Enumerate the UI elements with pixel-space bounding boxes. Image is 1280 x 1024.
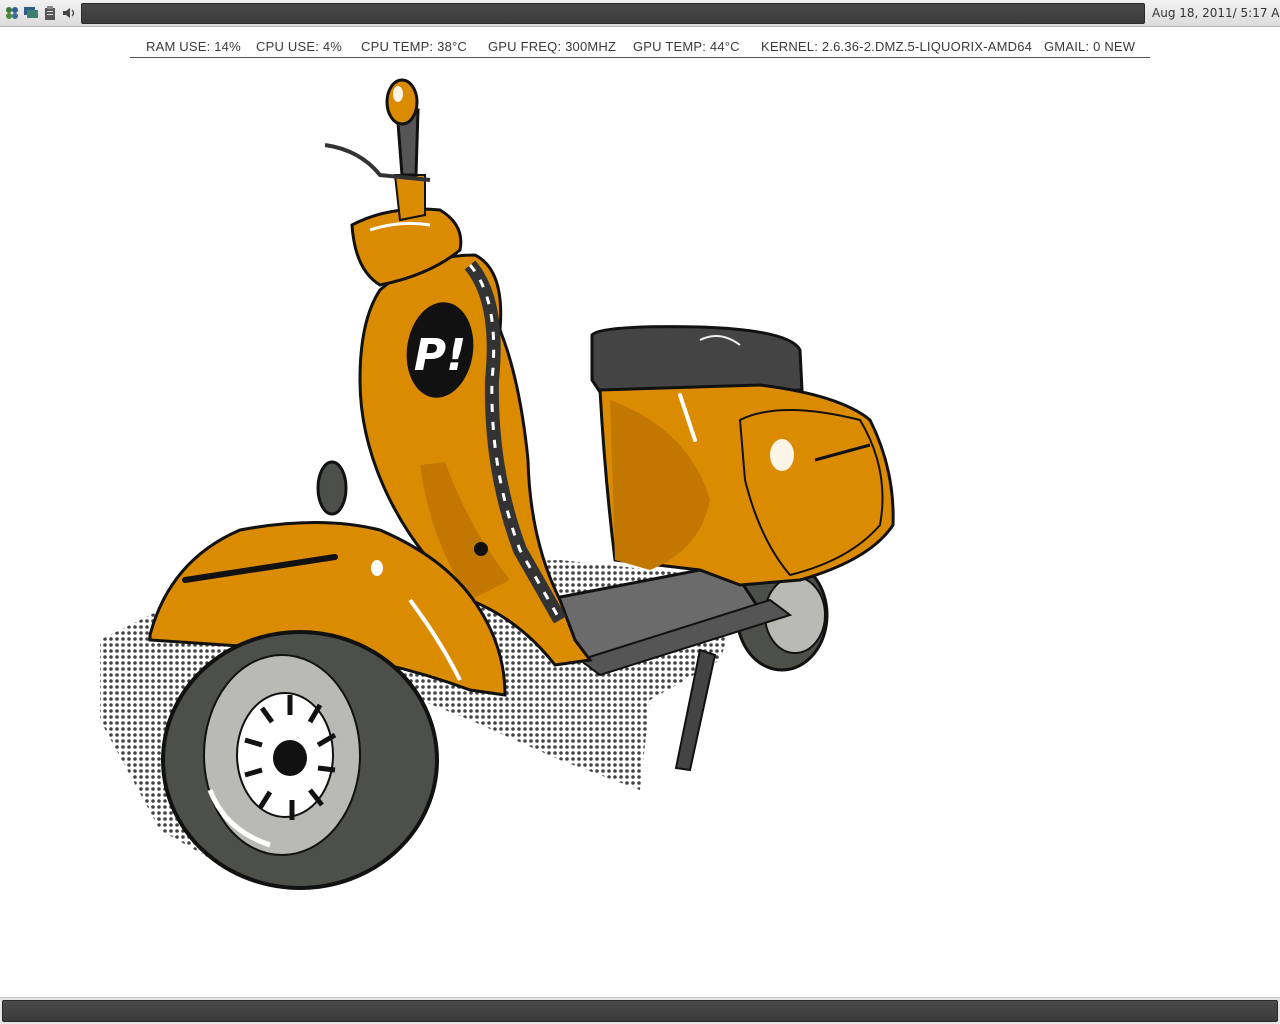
gpu-temp: GPU TEMP: 44°C [633, 39, 740, 54]
system-stats-bar: RAM USE: 14% CPU USE: 4% CPU TEMP: 38°C … [130, 37, 1150, 58]
kernel-version: KERNEL: 2.6.36-2.DMZ.5-LIQUORIX-AMD64 [761, 39, 1033, 54]
steering-column [393, 174, 426, 222]
handlebar-end [385, 78, 419, 126]
scooter-wallpaper: P! [100, 78, 895, 890]
clock[interactable]: Aug 18, 2011/ 5:17 AM [1152, 6, 1280, 20]
gpu-freq: GPU FREQ: 300MHZ [488, 39, 617, 54]
front-wheel [161, 630, 439, 890]
side-lamp [316, 460, 348, 516]
seat [590, 325, 804, 394]
cpu-usage: CPU USE: 4% [256, 39, 343, 54]
ram-usage: RAM USE: 14% [146, 39, 241, 54]
volume-icon[interactable] [62, 6, 76, 20]
taskbar[interactable] [81, 3, 1145, 24]
gmail-count: GMAIL: 0 NEW [1044, 39, 1136, 54]
pi-logo-text: P! [414, 330, 466, 381]
clipboard-icon[interactable] [43, 6, 57, 20]
network-users-icon[interactable] [5, 6, 19, 20]
monitor-windows-icon[interactable] [24, 6, 38, 20]
bottom-panel [0, 997, 1280, 1024]
bottom-taskbar[interactable] [2, 1000, 1278, 1022]
top-panel: Aug 18, 2011/ 5:17 AM [0, 0, 1280, 27]
cpu-temp: CPU TEMP: 38°C [361, 39, 468, 54]
